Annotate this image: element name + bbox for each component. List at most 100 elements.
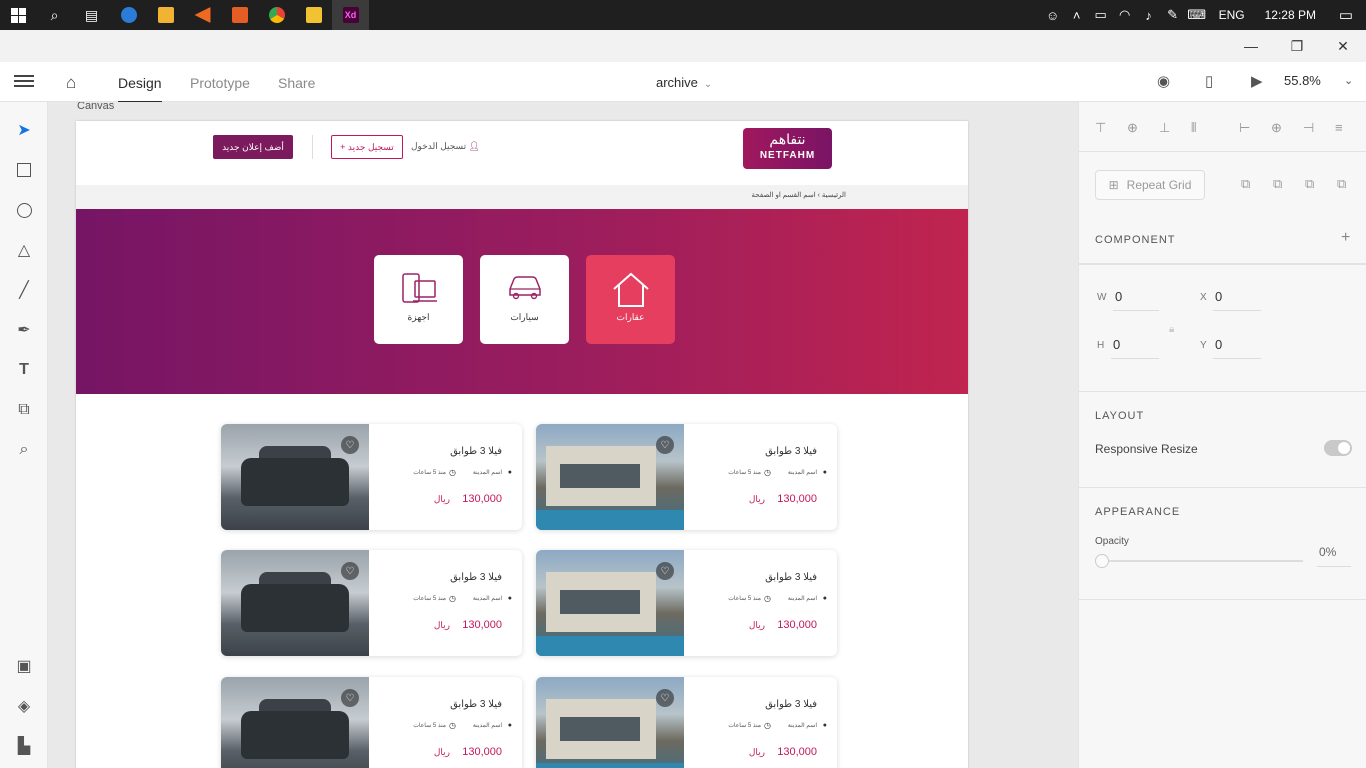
listing-currency: ريال	[433, 494, 450, 504]
favorite-heart-icon[interactable]: ♡	[656, 562, 674, 580]
ellipse-tool-icon[interactable]	[14, 200, 34, 220]
document-title[interactable]: archive ⌄	[656, 75, 712, 90]
assets-icon[interactable]: ▣	[14, 656, 34, 676]
y-underline	[1213, 358, 1261, 359]
header-divider	[312, 135, 313, 159]
listing-title: فيلا 3 طوابق	[765, 699, 817, 710]
tab-prototype[interactable]: Prototype	[190, 75, 250, 91]
listing-card[interactable]: ♡ فيلا 3 طوابق اسم المدينة منذ 5 ساعات 130,0…	[221, 424, 522, 530]
appearance-section	[1079, 488, 1366, 600]
chrome-icon[interactable]	[258, 0, 295, 30]
layers-icon[interactable]: ◈	[14, 696, 34, 716]
search-icon[interactable]: ⌕	[36, 0, 73, 30]
y-input[interactable]: 0	[1215, 337, 1222, 352]
text-tool-icon[interactable]: T	[14, 360, 34, 380]
category-cars[interactable]: سيارات	[480, 255, 569, 344]
keyboard-icon[interactable]: ⌨	[1185, 7, 1209, 23]
artboard-tool-icon[interactable]: ⧉	[14, 400, 34, 420]
listing-price: 130,000	[462, 746, 502, 758]
listing-card[interactable]: ♡ فيلا 3 طوابق اسم المدينة منذ 5 ساعات 130,0…	[536, 677, 837, 768]
play-icon[interactable]: ▶	[1251, 72, 1263, 90]
edge-icon[interactable]	[110, 0, 147, 30]
favorite-heart-icon[interactable]: ♡	[341, 562, 359, 580]
chevron-down-icon[interactable]: ⌄	[1344, 74, 1353, 87]
volume-icon[interactable]: ♪	[1137, 8, 1161, 23]
polygon-tool-icon[interactable]: △	[14, 240, 34, 260]
hamburger-menu-icon[interactable]	[14, 72, 34, 92]
listing-card[interactable]: ♡ فيلا 3 طوابق اسم المدينة منذ 5 ساعات 130,0…	[221, 677, 522, 768]
user-icon[interactable]: ◉	[1157, 72, 1170, 90]
file-explorer-icon[interactable]	[295, 0, 332, 30]
chevron-up-icon[interactable]: ˄	[1065, 8, 1089, 23]
wifi-icon[interactable]: ◠	[1113, 7, 1137, 23]
artboard[interactable]: نتفاهم NETFAHM أضف إعلان جديد + تسجيل جد…	[76, 121, 968, 768]
breadcrumb[interactable]: الرئيسية › اسم القسم او الصفحة	[752, 191, 846, 199]
distribute-horizontal-icon[interactable]: ≡	[1335, 120, 1343, 135]
line-tool-icon[interactable]: ╱	[14, 280, 34, 300]
x-input[interactable]: 0	[1215, 289, 1222, 304]
minimize-icon[interactable]: —	[1228, 30, 1274, 62]
align-top-icon[interactable]: ⊤	[1095, 120, 1106, 136]
rectangle-tool-icon[interactable]	[14, 160, 34, 180]
restore-icon[interactable]: ❐	[1274, 30, 1320, 62]
category-real-estate[interactable]: عقارات	[586, 255, 675, 344]
clock[interactable]: 12:28 PM	[1255, 8, 1326, 22]
pen-icon[interactable]: ✎	[1161, 7, 1185, 23]
align-center-icon[interactable]: ⊕	[1271, 120, 1282, 136]
plugins-icon[interactable]: ▙	[14, 736, 34, 756]
add-listing-button[interactable]: أضف إعلان جديد	[213, 135, 293, 159]
villa-pool	[536, 636, 684, 656]
align-middle-icon[interactable]: ⊕	[1127, 120, 1138, 136]
height-input[interactable]: 0	[1113, 337, 1120, 352]
breadcrumb-bar: الرئيسية › اسم القسم او الصفحة	[76, 185, 968, 209]
language-indicator[interactable]: ENG	[1209, 8, 1255, 22]
height-underline	[1111, 358, 1159, 359]
favorite-heart-icon[interactable]: ♡	[341, 689, 359, 707]
tab-design[interactable]: Design	[118, 75, 162, 103]
notification-icon[interactable]: ▭	[1326, 6, 1366, 24]
listing-card[interactable]: ♡ فيلا 3 طوابق اسم المدينة منذ 5 ساعات 130,0…	[536, 550, 837, 656]
windows-taskbar: ⌕ ▤ Xd ☺ ˄ ▭ ◠ ♪ ✎ ⌨ ENG 12:28 PM ▭	[0, 0, 1366, 30]
zoom-tool-icon[interactable]: ⌕	[14, 440, 34, 460]
favorite-heart-icon[interactable]: ♡	[656, 689, 674, 707]
site-logo[interactable]: نتفاهم NETFAHM	[743, 128, 832, 169]
listing-card[interactable]: ♡ فيلا 3 طوابق اسم المدينة منذ 5 ساعات 130,0…	[221, 550, 522, 656]
adobe-xd-icon[interactable]: Xd	[332, 0, 369, 30]
align-right-icon[interactable]: ⊣	[1303, 120, 1314, 136]
width-input[interactable]: 0	[1115, 289, 1122, 304]
canvas[interactable]: Canvas نتفاهم NETFAHM أضف إعلان جديد + ت…	[48, 102, 1078, 768]
device-preview-icon[interactable]: ▯	[1205, 72, 1213, 90]
listing-time: منذ 5 ساعات	[728, 723, 761, 729]
align-left-icon[interactable]: ⊢	[1239, 120, 1250, 136]
tab-share[interactable]: Share	[278, 75, 315, 91]
app-icon[interactable]	[221, 0, 258, 30]
login-link[interactable]: تسجيل الدخول 👤︎	[411, 141, 480, 152]
zoom-level[interactable]: 55.8%	[1284, 73, 1321, 88]
listing-title: فيلا 3 طوابق	[450, 699, 502, 710]
store-icon[interactable]	[147, 0, 184, 30]
select-tool-icon[interactable]: ➤	[14, 120, 34, 140]
media-player-icon[interactable]	[184, 0, 221, 30]
listing-card[interactable]: ♡ فيلا 3 طوابق اسم المدينة منذ 5 ساعات 130,0…	[536, 424, 837, 530]
favorite-heart-icon[interactable]: ♡	[656, 436, 674, 454]
favorite-heart-icon[interactable]: ♡	[341, 436, 359, 454]
close-icon[interactable]: ✕	[1320, 30, 1366, 62]
home-icon[interactable]: ⌂	[66, 73, 76, 93]
people-icon[interactable]: ☺	[1041, 8, 1065, 23]
task-view-icon[interactable]: ▤	[73, 0, 110, 30]
lock-aspect-icon[interactable]: 🔒︎	[1169, 324, 1174, 335]
category-label: سيارات	[510, 312, 539, 322]
register-button[interactable]: + تسجيل جديد	[331, 135, 403, 159]
battery-icon[interactable]: ▭	[1089, 7, 1113, 23]
category-devices[interactable]: اجهزة	[374, 255, 463, 344]
listing-price: 130,000	[462, 619, 502, 631]
clock-icon: ◷	[449, 468, 456, 477]
clock-icon: ◷	[764, 468, 771, 477]
transform-section	[1079, 264, 1366, 392]
align-bottom-icon[interactable]: ⊥	[1159, 120, 1170, 136]
distribute-vertical-icon[interactable]: ⫴	[1191, 120, 1196, 136]
add-component-icon[interactable]: +	[1341, 229, 1350, 247]
pen-tool-icon[interactable]: ✒	[14, 320, 34, 340]
location-pin-icon: ●	[507, 469, 512, 476]
windows-start-icon[interactable]	[0, 0, 36, 30]
